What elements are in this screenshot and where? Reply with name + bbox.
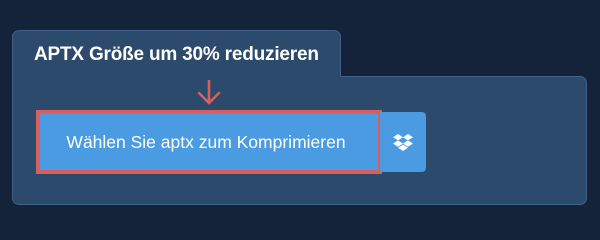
arrow-down-icon	[197, 80, 221, 105]
dropbox-icon	[393, 133, 413, 151]
panel-title: APTX Größe um 30% reduzieren	[34, 44, 319, 65]
choose-file-button[interactable]: Wählen Sie aptx zum Komprimieren	[36, 110, 382, 174]
panel-seam	[13, 75, 340, 78]
choose-file-label: Wählen Sie aptx zum Komprimieren	[66, 131, 346, 152]
dropbox-button[interactable]	[380, 112, 426, 172]
